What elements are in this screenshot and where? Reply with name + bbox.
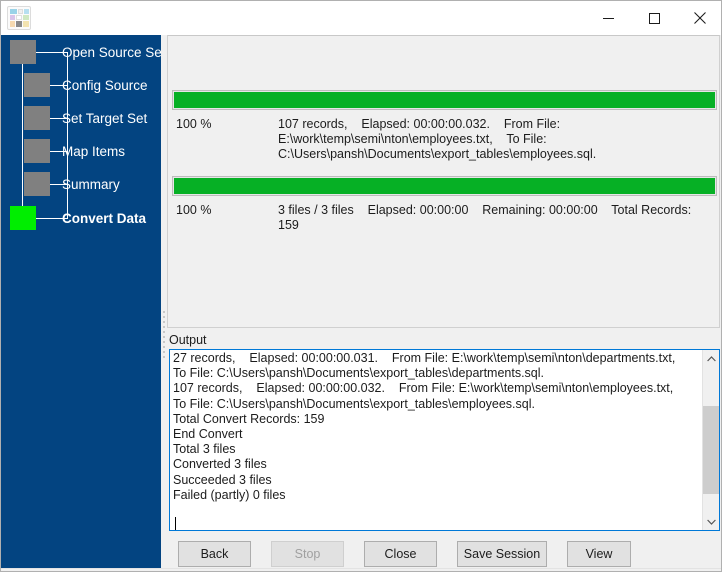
file-progress-bar (172, 90, 717, 110)
step-status-box-icon (24, 139, 50, 163)
sidebar-item-label: Set Target Set (62, 110, 148, 126)
sidebar-item-map-items[interactable]: Map Items (24, 139, 125, 163)
step-status-box-icon (24, 106, 50, 130)
title-bar (1, 1, 721, 35)
step-status-box-icon (24, 172, 50, 196)
sidebar-item-label: Config Source (62, 77, 148, 93)
sidebar-item-label: Open Source Set (62, 44, 161, 60)
output-log-text: 27 records, Elapsed: 00:00:00.031. From … (173, 351, 676, 502)
wizard-window: Open Source Set Config Source Set Target… (0, 0, 722, 572)
close-button[interactable]: Close (364, 541, 437, 567)
wizard-step-list: Open Source Set Config Source Set Target… (1, 35, 161, 235)
scrollbar-thumb[interactable] (703, 406, 719, 494)
text-caret (175, 517, 176, 530)
window-controls (585, 1, 721, 35)
back-button[interactable]: Back (178, 541, 251, 567)
sidebar-item-summary[interactable]: Summary (24, 172, 120, 196)
sidebar-item-config-source[interactable]: Config Source (24, 73, 148, 97)
overall-progress-detail: 3 files / 3 files Elapsed: 00:00:00 Rema… (278, 203, 695, 232)
splitter-grip-icon (163, 311, 166, 358)
close-icon[interactable] (677, 1, 721, 35)
output-log[interactable]: 27 records, Elapsed: 00:00:00.031. From … (169, 349, 720, 531)
main-content: 100 % 107 records, Elapsed: 00:00:00.032… (167, 35, 721, 571)
wizard-sidebar: Open Source Set Config Source Set Target… (1, 35, 161, 571)
scroll-down-icon[interactable] (703, 513, 719, 530)
maximize-icon[interactable] (631, 1, 677, 35)
step-status-box-icon (24, 73, 50, 97)
step-status-box-icon (10, 206, 36, 230)
sidebar-item-label: Summary (62, 176, 120, 192)
minimize-icon[interactable] (585, 1, 631, 35)
file-progress-percent: 100 % (176, 117, 212, 131)
view-button[interactable]: View (567, 541, 631, 567)
stop-button: Stop (271, 541, 344, 567)
overall-progress-percent: 100 % (176, 203, 212, 217)
step-connector-vertical-left (22, 64, 23, 219)
sidebar-item-set-target-set[interactable]: Set Target Set (24, 106, 147, 130)
overall-progress-fill (174, 178, 715, 194)
save-session-button[interactable]: Save Session (457, 541, 547, 567)
progress-panel: 100 % 107 records, Elapsed: 00:00:00.032… (167, 35, 720, 328)
step-status-box-icon (10, 40, 36, 64)
scroll-up-icon[interactable] (703, 350, 719, 367)
output-label: Output (169, 333, 207, 347)
window-bottom-edge (1, 568, 721, 571)
sidebar-item-label: Map Items (62, 143, 126, 159)
app-icon (7, 6, 31, 30)
button-bar: Back Stop Close Save Session View (167, 535, 721, 571)
overall-progress-bar (172, 176, 717, 196)
sidebar-item-convert-data[interactable]: Convert Data (10, 206, 146, 230)
sidebar-item-open-source-set[interactable]: Open Source Set (10, 40, 161, 64)
sidebar-item-label: Convert Data (62, 210, 147, 226)
output-scrollbar[interactable] (702, 350, 719, 530)
file-progress-detail: 107 records, Elapsed: 00:00:00.032. From… (278, 117, 597, 161)
file-progress-fill (174, 92, 715, 108)
